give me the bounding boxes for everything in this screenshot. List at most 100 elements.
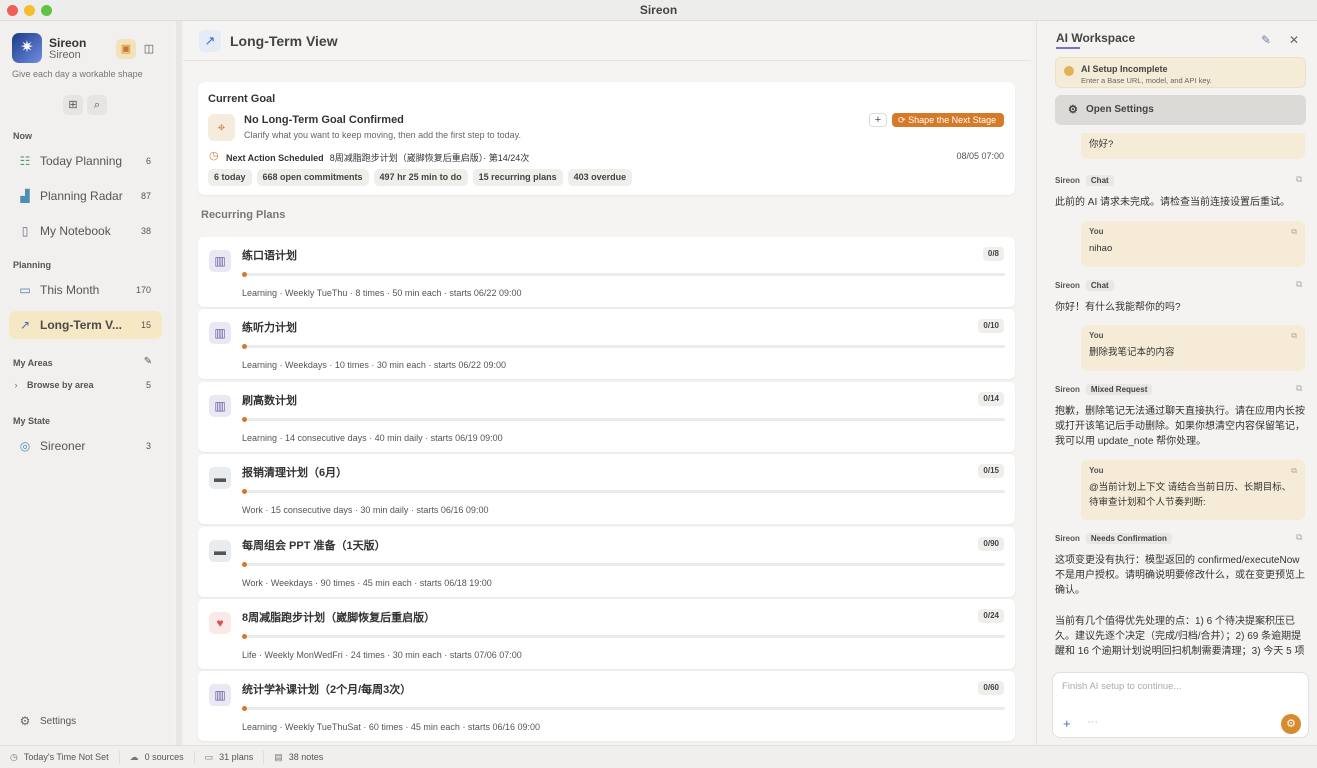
plan-card[interactable]: ♥ 8周减脂跑步计划（崴脚恢复后重启版） 0/24 Life · Weekly …: [198, 599, 1015, 669]
edit-areas-icon[interactable]: ✎: [138, 352, 158, 372]
copy-icon[interactable]: ⧉: [1296, 279, 1302, 290]
plan-progress-bar: [242, 706, 1005, 711]
heart-icon: ♥: [209, 612, 231, 634]
next-action[interactable]: Next Action Scheduled 8周减脂跑步计划（崴脚恢复后重启版）·…: [226, 151, 529, 164]
plan-meta: Learning · Weekdays · 10 times · 30 min …: [242, 360, 506, 370]
close-window-button[interactable]: [7, 5, 18, 16]
status-time[interactable]: ◷ Today's Time Not Set: [0, 750, 120, 764]
plan-card[interactable]: ▬ 每周组会 PPT 准备（1天版） 0/90 Work · Weekdays …: [198, 527, 1015, 597]
target-icon: ⌖: [208, 114, 235, 141]
status-sources[interactable]: ☁ 0 sources: [120, 750, 195, 764]
section-planning: Planning: [13, 260, 51, 270]
plan-progress-bar: [242, 417, 1005, 422]
sidebar-item-planning-radar[interactable]: ▟ Planning Radar 87: [9, 182, 162, 210]
plan-card[interactable]: ▥ 刷高数计划 0/14 Learning · 14 consecutive d…: [198, 382, 1015, 452]
gear-icon: ⚙: [1068, 104, 1078, 116]
plan-meta: Work · Weekdays · 90 times · 45 min each…: [242, 578, 492, 588]
book-icon: ▥: [209, 322, 231, 344]
plan-card[interactable]: ▥ 练口语计划 0/8 Learning · Weekly TueThu · 8…: [198, 237, 1015, 307]
recurring-plans-heading: Recurring Plans: [201, 209, 286, 221]
book-icon: ▥: [209, 684, 231, 706]
plan-count: 0/90: [978, 537, 1004, 551]
stat-chip[interactable]: 6 today: [208, 169, 252, 186]
stat-chip[interactable]: 403 overdue: [567, 169, 633, 186]
open-settings-button[interactable]: ⚙ Open Settings: [1055, 95, 1306, 125]
new-chat-icon[interactable]: ✎: [1261, 33, 1271, 47]
new-item-icon[interactable]: ⊞: [63, 95, 83, 115]
sidebar-item-long-term-view[interactable]: ↗ Long-Term V... 15: [9, 311, 162, 339]
user-message: 你好?: [1081, 133, 1305, 159]
section-my-areas: My Areas: [13, 358, 53, 368]
clock-icon: ◷: [209, 150, 219, 162]
chat-composer: + ··· ⚙: [1052, 672, 1309, 738]
radar-chart-icon: ▟: [20, 189, 30, 203]
sidebar-item-today-planning[interactable]: ☷ Today Planning 6: [9, 147, 162, 175]
plan-progress-bar: [242, 272, 1005, 277]
section-my-state: My State: [13, 416, 51, 426]
gear-icon: ⚙: [19, 714, 31, 728]
sidebar-toggle-icon[interactable]: ◫: [139, 39, 159, 59]
plan-title: 刷高数计划: [242, 395, 297, 407]
plan-meta: Life · Weekly MonWedFri · 24 times · 30 …: [242, 650, 522, 660]
plan-card[interactable]: ▥ 练听力计划 0/10 Learning · Weekdays · 10 ti…: [198, 309, 1015, 379]
send-button[interactable]: ⚙: [1281, 714, 1301, 734]
focus-mode-icon[interactable]: ▣: [116, 39, 136, 59]
add-goal-button[interactable]: +: [869, 113, 887, 127]
zoom-window-button[interactable]: [41, 5, 52, 16]
chat-history[interactable]: 你好? Sireon Chat ⧉ 此前的 AI 请求未完成。请检查当前连接设置…: [1037, 133, 1317, 666]
goal-subtitle: Clarify what you want to keep moving, th…: [244, 130, 521, 140]
minimize-window-button[interactable]: [24, 5, 35, 16]
briefcase-icon: ▬: [209, 540, 231, 562]
status-plans[interactable]: ▭ 31 plans: [195, 750, 265, 764]
assistant-message: 当前有几个值得优先处理的点：1) 6 个待决提案积压已久。建议先逐个决定（完成/…: [1055, 616, 1305, 657]
status-bar: ◷ Today's Time Not Set ☁ 0 sources ▭ 31 pla…: [0, 745, 1317, 768]
plan-progress-bar: [242, 634, 1005, 639]
message-header: Sireon Needs Confirmation: [1055, 531, 1172, 545]
plan-count: 0/8: [982, 247, 1004, 261]
ai-setup-warning: AI Setup Incomplete Enter a Base URL, mo…: [1055, 57, 1306, 88]
settings-button[interactable]: ⚙ Settings: [9, 707, 162, 735]
status-notes[interactable]: ▤ 38 notes: [264, 751, 333, 764]
plan-meta: Learning · 14 consecutive days · 40 min …: [242, 433, 503, 443]
copy-icon[interactable]: ⧉: [1291, 466, 1297, 476]
current-goal-card: Current Goal ⌖ No Long-Term Goal Confirm…: [198, 82, 1015, 195]
sidebar: ✷ Sireon Sireon ▣ ◫ Give each day a work…: [0, 21, 172, 745]
user-message: You ⧉ nihao: [1081, 221, 1305, 267]
stat-chip[interactable]: 497 hr 25 min to do: [373, 169, 468, 186]
copy-icon[interactable]: ⧉: [1291, 331, 1297, 341]
copy-icon[interactable]: ⧉: [1296, 532, 1302, 543]
sidebar-resize-handle[interactable]: [176, 21, 182, 745]
sidebar-item-browse-by-area[interactable]: › Browse by area 5: [9, 375, 162, 395]
plan-progress-bar: [242, 489, 1005, 494]
message-header: Sireon Chat: [1055, 278, 1114, 292]
plan-title: 报销清理计划（6月）: [242, 467, 348, 479]
copy-icon[interactable]: ⧉: [1291, 227, 1297, 237]
calendar-icon: ▭: [19, 283, 31, 297]
trend-arrow-icon: ↗: [19, 318, 31, 332]
sidebar-item-this-month[interactable]: ▭ This Month 170: [9, 276, 162, 304]
search-icon[interactable]: ⌕: [87, 95, 107, 115]
chat-input[interactable]: [1062, 681, 1292, 692]
copy-icon[interactable]: ⧉: [1296, 174, 1302, 185]
plan-title: 练口语计划: [242, 250, 297, 262]
plan-card[interactable]: ▬ 报销清理计划（6月） 0/15 Work · 15 consecutive …: [198, 454, 1015, 524]
shape-next-stage-button[interactable]: ⟳ Shape the Next Stage: [892, 113, 1004, 127]
setup-subtitle: Enter a Base URL, model, and API key.: [1081, 76, 1212, 85]
book-icon: ▥: [209, 395, 231, 417]
attach-plus-icon[interactable]: +: [1063, 716, 1071, 731]
sidebar-item-sireoner[interactable]: ◎ Sireoner 3: [9, 432, 162, 460]
close-icon[interactable]: ✕: [1289, 33, 1299, 47]
stat-chip[interactable]: 668 open commitments: [256, 169, 369, 186]
clock-icon: ◷: [10, 751, 18, 762]
plan-card[interactable]: ▥ 统计学补课计划（2个月/每周3次） 0/60 Learning · Week…: [198, 671, 1015, 741]
app-subtitle: Sireon: [49, 49, 81, 61]
plan-count: 0/15: [978, 464, 1004, 478]
ai-workspace-panel: AI Workspace ✎ ✕ AI Setup Incomplete Ent…: [1036, 21, 1317, 745]
stat-chip[interactable]: 15 recurring plans: [472, 169, 563, 186]
avatar-icon: ◎: [19, 439, 31, 453]
sidebar-item-my-notebook[interactable]: ▯ My Notebook 38: [9, 217, 162, 245]
message-header: Sireon Mixed Request: [1055, 382, 1153, 396]
plan-meta: Work · 15 consecutive days · 30 min dail…: [242, 505, 489, 515]
copy-icon[interactable]: ⧉: [1296, 383, 1302, 394]
more-options-icon[interactable]: ···: [1087, 716, 1098, 728]
